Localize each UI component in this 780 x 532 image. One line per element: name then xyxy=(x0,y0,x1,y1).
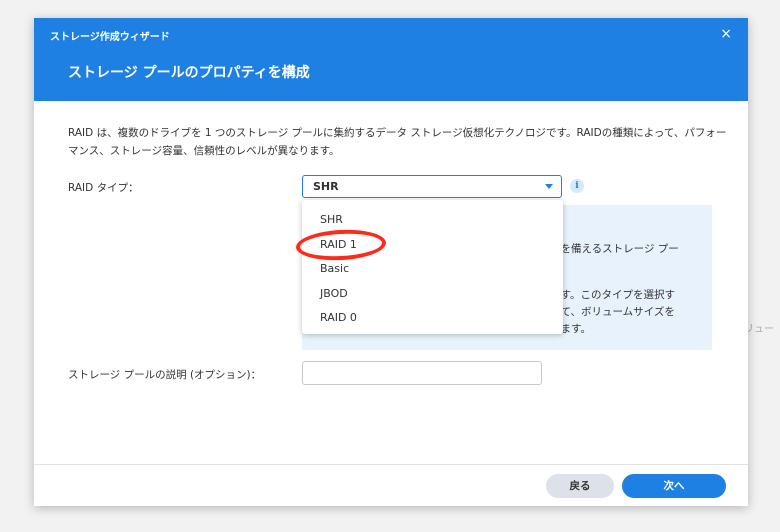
info-panel-text-2a: ます。このタイプを選択す xyxy=(550,289,675,301)
raid-option-raid0[interactable]: RAID 0 xyxy=(320,311,357,324)
pool-description-label: ストレージ プールの説明 (オプション)： xyxy=(68,369,262,381)
raid-option-basic[interactable]: Basic xyxy=(320,262,349,275)
raid-type-dropdown: SHR RAID 1 Basic JBOD RAID 0 xyxy=(302,200,563,334)
info-panel-text-2: ます。このタイプを選択す せて、ボリュームサイズを きます。 xyxy=(550,287,675,338)
dialog-header: ストレージ作成ウィザード × ストレージ プールのプロパティを構成 xyxy=(34,18,748,101)
chevron-down-icon xyxy=(545,184,553,189)
raid-type-label: RAID タイプ： xyxy=(68,182,139,194)
dialog-footer: 戻る 次へ xyxy=(34,464,748,506)
next-button[interactable]: 次へ xyxy=(622,474,726,498)
close-icon[interactable]: × xyxy=(720,26,732,42)
wizard-title: ストレージ作成ウィザード xyxy=(50,32,170,43)
page-title: ストレージ プールのプロパティを構成 xyxy=(68,65,310,81)
info-panel-text-1: ブを備えるストレージ プー xyxy=(550,243,679,255)
back-button[interactable]: 戻る xyxy=(546,474,614,498)
storage-wizard-dialog: ストレージ作成ウィザード × ストレージ プールのプロパティを構成 RAID は… xyxy=(34,18,748,506)
background-text-fragment: リュー xyxy=(744,324,774,335)
raid-type-select[interactable]: SHR xyxy=(302,175,562,198)
raid-description: RAID は、複数のドライブを 1 つのストレージ プールに集約するデータ スト… xyxy=(68,127,727,157)
raid-type-selected-value: SHR xyxy=(313,180,339,193)
pool-description-input[interactable] xyxy=(302,361,542,385)
raid-option-shr[interactable]: SHR xyxy=(320,213,343,226)
info-icon[interactable]: i xyxy=(570,179,584,193)
info-panel-text-2c: きます。 xyxy=(550,323,591,335)
raid-option-jbod[interactable]: JBOD xyxy=(320,287,348,300)
info-panel-text-2b: せて、ボリュームサイズを xyxy=(550,306,675,318)
